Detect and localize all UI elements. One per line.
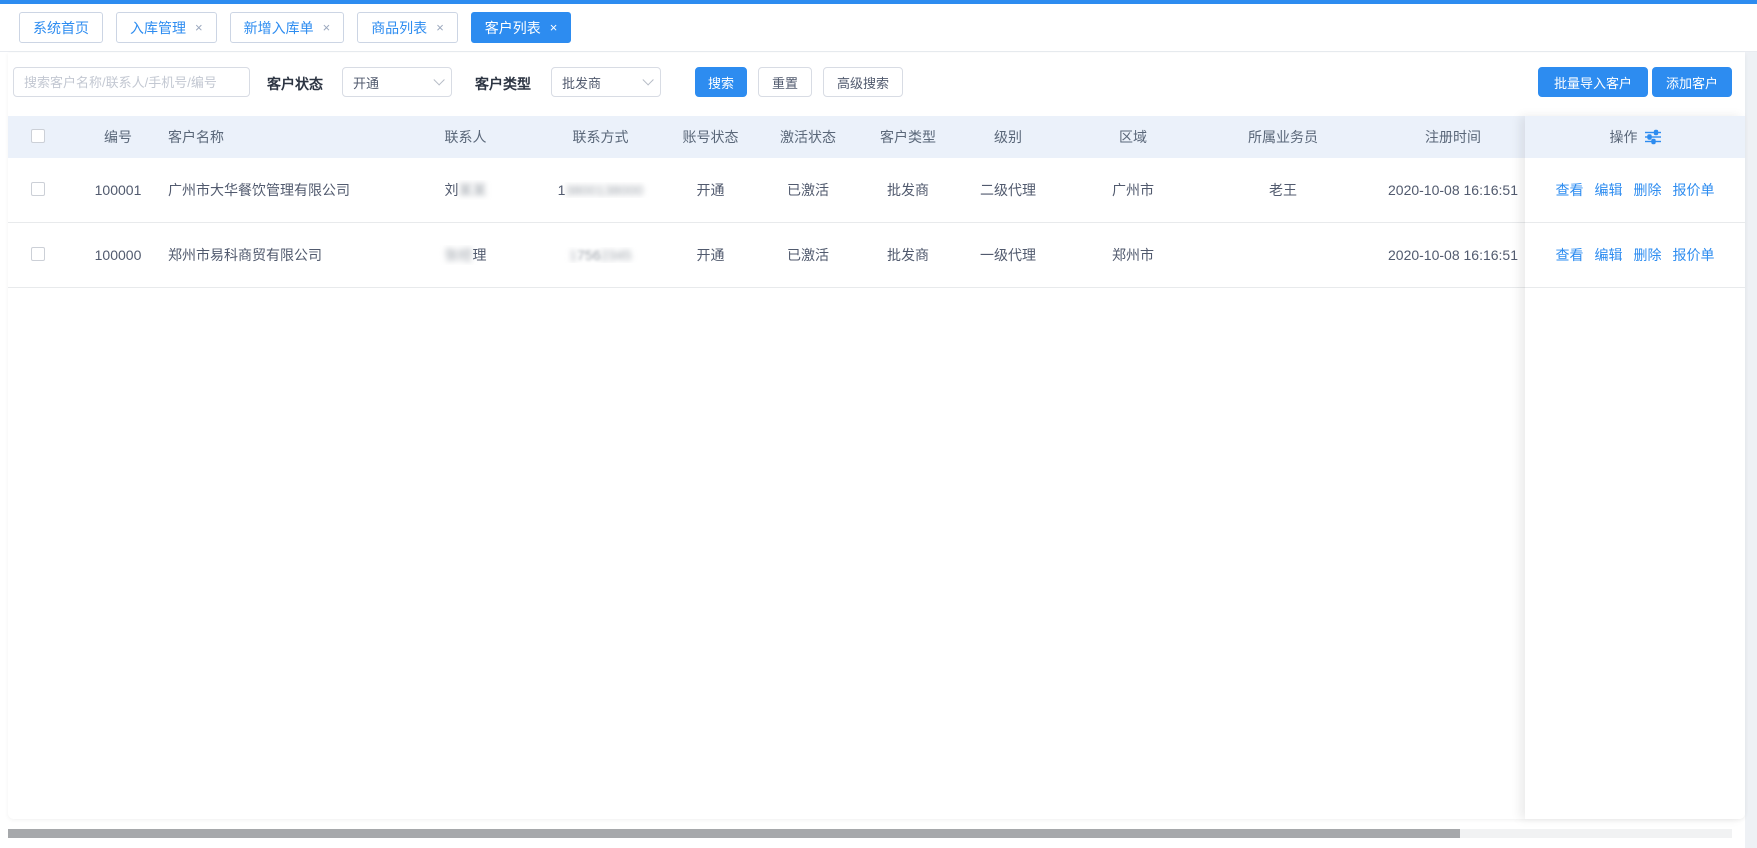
tab-系统首页[interactable]: 系统首页 [19, 12, 103, 43]
tab-label: 商品列表 [371, 18, 427, 38]
cell-activation: 已激活 [748, 245, 868, 265]
close-icon[interactable]: × [195, 21, 203, 34]
cell-customer-name: 广州市大华餐饮管理有限公司 [168, 180, 403, 200]
action-quote[interactable]: 报价单 [1673, 245, 1715, 265]
header-联系方式: 联系方式 [528, 127, 673, 147]
tab-商品列表[interactable]: 商品列表 × [357, 12, 458, 43]
advanced-search-button[interactable]: 高级搜索 [823, 67, 903, 97]
row-checkbox[interactable] [31, 182, 45, 196]
select-all-checkbox[interactable] [31, 129, 45, 143]
redacted-text: 某某 [459, 182, 487, 198]
right-gutter [1745, 52, 1757, 848]
customer-table: 编号客户名称联系人联系方式账号状态激活状态客户类型级别区域所属业务员注册时间 1… [8, 116, 1538, 288]
customer-status-value: 开通 [353, 73, 379, 92]
actions-column-header: 操作 [1525, 116, 1745, 158]
close-icon[interactable]: × [550, 21, 558, 34]
bulk-import-customers-button[interactable]: 批量导入客户 [1538, 67, 1648, 97]
customer-status-select[interactable]: 开通 [342, 67, 452, 97]
cell-phone: 17562345 [528, 247, 673, 263]
tab-入库管理[interactable]: 入库管理 × [116, 12, 217, 43]
customer-type-select[interactable]: 批发商 [551, 67, 661, 97]
table-header-row: 编号客户名称联系人联系方式账号状态激活状态客户类型级别区域所属业务员注册时间 [8, 116, 1538, 158]
search-input[interactable] [13, 67, 250, 97]
close-icon[interactable]: × [323, 21, 331, 34]
cell-type: 批发商 [868, 245, 948, 265]
horizontal-scrollbar-track[interactable] [8, 829, 1732, 838]
cell-level: 一级代理 [948, 245, 1068, 265]
header-注册时间: 注册时间 [1368, 127, 1538, 147]
cell-activation: 已激活 [748, 180, 868, 200]
cell-region: 广州市 [1068, 180, 1198, 200]
customer-status-label: 客户状态 [267, 74, 323, 94]
tab-bar: 系统首页 入库管理 × 新增入库单 × 商品列表 × 客户列表 × [0, 4, 1757, 52]
row-checkbox-cell [8, 247, 68, 264]
tab-客户列表[interactable]: 客户列表 × [471, 12, 572, 43]
header-级别: 级别 [948, 127, 1068, 147]
tab-label: 入库管理 [130, 18, 186, 38]
cell-region: 郑州市 [1068, 245, 1198, 265]
cell-account-status: 开通 [673, 245, 748, 265]
cell-id: 100000 [68, 247, 168, 263]
actions-row: 查看编辑删除报价单 [1525, 223, 1745, 288]
column-settings-icon[interactable] [1645, 129, 1661, 145]
actions-header-label: 操作 [1610, 127, 1638, 147]
header-编号: 编号 [68, 127, 168, 147]
row-checkbox[interactable] [31, 247, 45, 261]
customer-type-value: 批发商 [562, 73, 601, 92]
header-区域: 区域 [1068, 127, 1198, 147]
action-view[interactable]: 查看 [1556, 245, 1584, 265]
cell-reg-time: 2020-10-08 16:16:51 [1368, 182, 1538, 198]
header-checkbox-cell [8, 129, 68, 146]
header-所属业务员: 所属业务员 [1198, 127, 1368, 147]
table-row: 100001广州市大华餐饮管理有限公司刘某某13800138000开通已激活批发… [8, 158, 1538, 223]
content-card: 客户状态 开通 客户类型 批发商 搜索 重置 高级搜索 批量导入客户 添加客户 … [8, 53, 1745, 819]
header-客户类型: 客户类型 [868, 127, 948, 147]
tab-label: 系统首页 [33, 18, 89, 38]
horizontal-scrollbar-thumb[interactable] [8, 829, 1460, 838]
action-delete[interactable]: 删除 [1634, 180, 1662, 200]
cell-salesman: 老王 [1198, 180, 1368, 200]
cell-phone: 13800138000 [528, 182, 673, 198]
customer-type-label: 客户类型 [475, 74, 531, 94]
table-row: 100000郑州市易科商贸有限公司张经理17562345开通已激活批发商一级代理… [8, 223, 1538, 288]
chevron-down-icon [642, 74, 653, 85]
add-customer-button[interactable]: 添加客户 [1652, 67, 1732, 97]
tab-label: 新增入库单 [244, 18, 314, 38]
header-客户名称: 客户名称 [168, 127, 403, 147]
cell-contact: 刘某某 [403, 180, 528, 200]
redacted-text: 3800138000 [565, 182, 643, 198]
cell-reg-time: 2020-10-08 16:16:51 [1368, 247, 1538, 263]
redacted-text: 2345 [601, 247, 632, 263]
header-账号状态: 账号状态 [673, 127, 748, 147]
chevron-down-icon [433, 74, 444, 85]
action-edit[interactable]: 编辑 [1595, 245, 1623, 265]
action-view[interactable]: 查看 [1556, 180, 1584, 200]
cell-contact: 张经理 [403, 245, 528, 265]
reset-button[interactable]: 重置 [758, 67, 812, 97]
row-checkbox-cell [8, 182, 68, 199]
text: 刘 [445, 182, 459, 198]
redacted-text: 1 [569, 247, 577, 263]
cell-id: 100001 [68, 182, 168, 198]
action-quote[interactable]: 报价单 [1673, 180, 1715, 200]
cell-account-status: 开通 [673, 180, 748, 200]
tab-label: 客户列表 [485, 18, 541, 38]
close-icon[interactable]: × [436, 21, 444, 34]
actions-row: 查看编辑删除报价单 [1525, 158, 1745, 223]
action-delete[interactable]: 删除 [1634, 245, 1662, 265]
text: 理 [473, 247, 487, 263]
search-button[interactable]: 搜索 [695, 67, 747, 97]
fixed-actions-column: 操作 查看编辑删除报价单查看编辑删除报价单 [1525, 116, 1745, 819]
cell-type: 批发商 [868, 180, 948, 200]
tab-新增入库单[interactable]: 新增入库单 × [230, 12, 345, 43]
action-edit[interactable]: 编辑 [1595, 180, 1623, 200]
cell-customer-name: 郑州市易科商贸有限公司 [168, 245, 403, 265]
redacted-text: 756 [577, 247, 600, 263]
header-联系人: 联系人 [403, 127, 528, 147]
cell-level: 二级代理 [948, 180, 1068, 200]
redacted-text: 张经 [445, 247, 473, 263]
header-激活状态: 激活状态 [748, 127, 868, 147]
